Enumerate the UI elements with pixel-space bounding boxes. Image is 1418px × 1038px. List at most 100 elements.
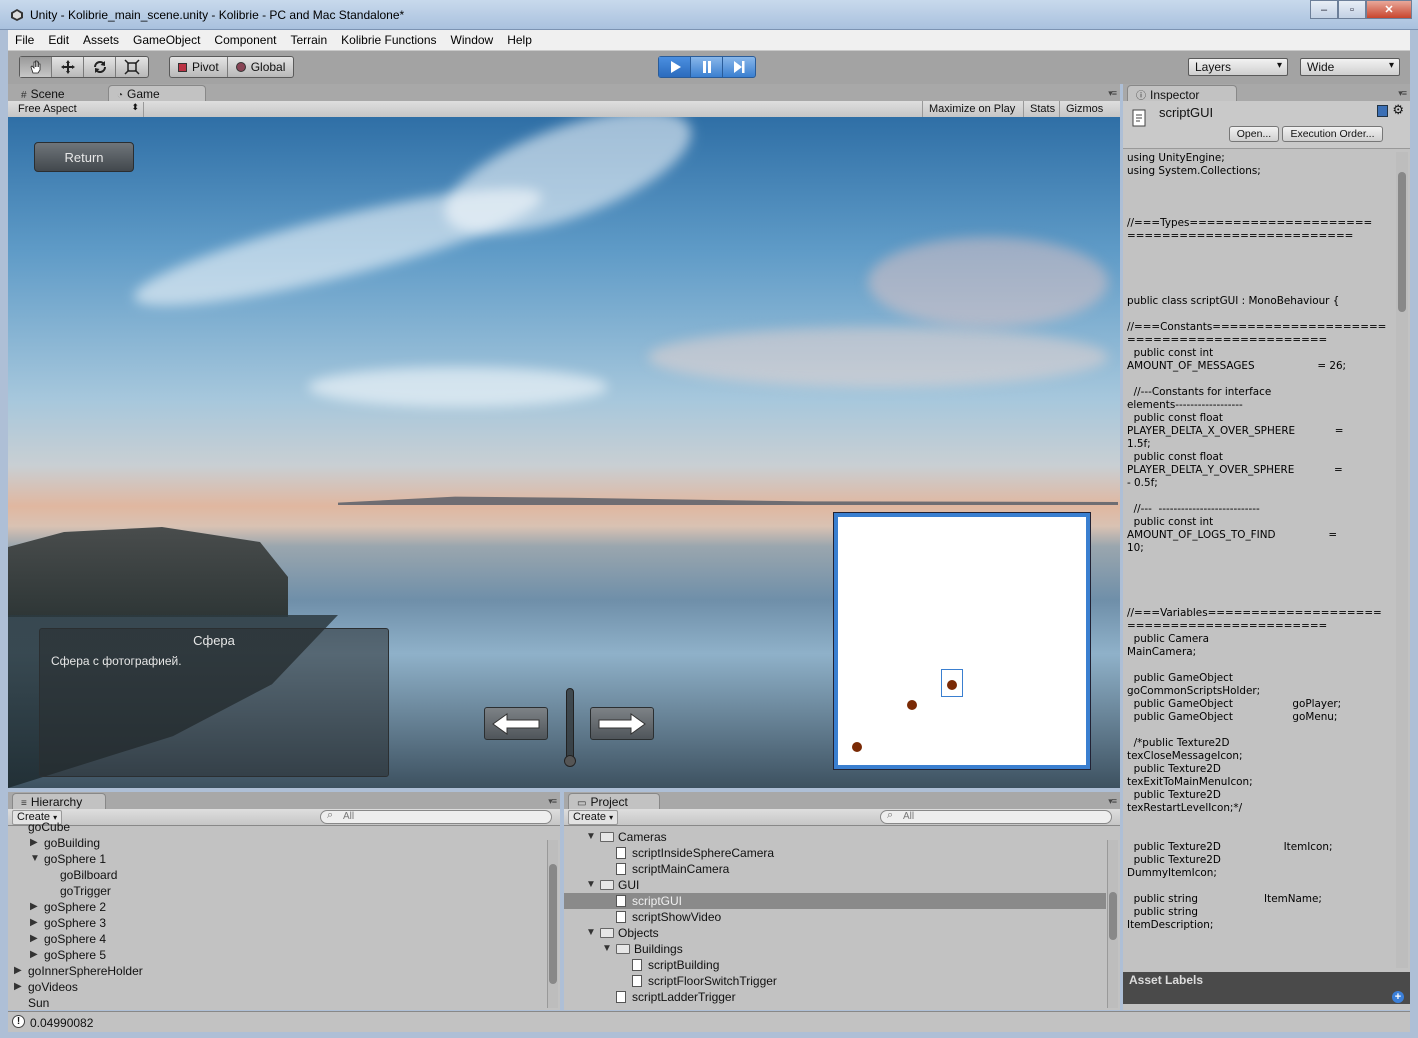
tab-project[interactable]: ▭ Project bbox=[568, 793, 660, 809]
panel-menu-icon[interactable]: ▾≡ bbox=[1108, 796, 1117, 807]
project-row[interactable]: ▼ GUI bbox=[564, 877, 1106, 893]
scrollbar-thumb[interactable] bbox=[1109, 892, 1117, 940]
collapsed-arrow-icon[interactable]: ▶ bbox=[30, 947, 38, 963]
collapsed-arrow-icon[interactable]: ▶ bbox=[30, 915, 38, 931]
panel-menu-icon[interactable]: ▾≡ bbox=[1108, 88, 1117, 99]
status-message: 0.04990082 bbox=[30, 1016, 94, 1030]
project-create-dropdown[interactable]: Create ▾ bbox=[568, 810, 619, 825]
collapsed-arrow-icon[interactable]: ▶ bbox=[14, 979, 22, 995]
menu-terrain[interactable]: Terrain bbox=[283, 30, 334, 47]
stats-toggle[interactable]: Stats bbox=[1023, 101, 1061, 117]
menu-help[interactable]: Help bbox=[500, 30, 539, 47]
tab-hierarchy[interactable]: ≡ Hierarchy bbox=[12, 793, 106, 809]
execution-order-button[interactable]: Execution Order... bbox=[1282, 126, 1383, 142]
project-row[interactable]: ▼ Objects bbox=[564, 925, 1106, 941]
panel-menu-icon[interactable]: ▾≡ bbox=[548, 796, 557, 807]
hierarchy-row[interactable]: goTrigger bbox=[8, 883, 546, 899]
tab-inspector[interactable]: ⓘ Inspector bbox=[1127, 85, 1237, 102]
hierarchy-row[interactable]: ▶ goSphere 5 bbox=[8, 947, 546, 963]
move-icon[interactable] bbox=[52, 57, 84, 77]
project-row[interactable]: ▼ Buildings bbox=[564, 941, 1106, 957]
rotate-icon[interactable] bbox=[84, 57, 116, 77]
hierarchy-row[interactable]: ▼ goSphere 1 bbox=[8, 851, 546, 867]
project-row[interactable]: scriptLadderTrigger bbox=[564, 989, 1106, 1005]
step-icon[interactable] bbox=[723, 57, 755, 77]
game-viewport[interactable]: Return Сфера Сфера с фотографией. bbox=[8, 117, 1120, 788]
hierarchy-row[interactable]: goCube bbox=[8, 819, 546, 835]
menu-assets[interactable]: Assets bbox=[76, 30, 126, 47]
layers-dropdown[interactable]: Layers bbox=[1188, 58, 1288, 76]
minimap-marker[interactable] bbox=[907, 700, 917, 710]
project-row[interactable]: scriptGUI bbox=[564, 893, 1106, 909]
status-bar[interactable]: ! 0.04990082 bbox=[8, 1011, 1410, 1032]
collapsed-arrow-icon[interactable]: ▶ bbox=[30, 835, 38, 851]
project-item-label: scriptInsideSphereCamera bbox=[632, 846, 775, 860]
play-icon[interactable] bbox=[659, 57, 691, 77]
help-book-icon[interactable] bbox=[1377, 105, 1388, 117]
hand-icon[interactable] bbox=[20, 57, 52, 77]
expanded-arrow-icon[interactable]: ▼ bbox=[586, 925, 596, 941]
close-button[interactable]: ✕ bbox=[1366, 0, 1412, 19]
menu-gameobject[interactable]: GameObject bbox=[126, 30, 207, 47]
minimap[interactable] bbox=[833, 512, 1091, 770]
expanded-arrow-icon[interactable]: ▼ bbox=[602, 941, 612, 957]
inspector-scrollbar[interactable] bbox=[1396, 152, 1408, 968]
hierarchy-row[interactable]: ▶ goSphere 2 bbox=[8, 899, 546, 915]
menu-edit[interactable]: Edit bbox=[41, 30, 76, 47]
tab-scene-label: Scene bbox=[30, 87, 65, 101]
collapsed-arrow-icon[interactable]: ▶ bbox=[14, 963, 22, 979]
menu-window[interactable]: Window bbox=[444, 30, 501, 47]
open-button[interactable]: Open... bbox=[1229, 126, 1279, 142]
hierarchy-row[interactable]: goBilboard bbox=[8, 867, 546, 883]
zoom-slider-thumb[interactable] bbox=[564, 755, 576, 767]
add-label-icon[interactable]: + bbox=[1392, 991, 1404, 1003]
hierarchy-row[interactable]: ▶ goInnerSphereHolder bbox=[8, 963, 546, 979]
scrollbar-thumb[interactable] bbox=[549, 864, 557, 984]
gear-icon[interactable]: ⚙ bbox=[1392, 102, 1404, 118]
maximize-on-play-toggle[interactable]: Maximize on Play bbox=[922, 101, 1021, 117]
next-button[interactable] bbox=[590, 707, 654, 740]
layout-dropdown[interactable]: Wide bbox=[1300, 58, 1400, 76]
hierarchy-row[interactable]: ▶ goVideos bbox=[8, 979, 546, 995]
menu-kolibrie-functions[interactable]: Kolibrie Functions bbox=[334, 30, 443, 47]
hierarchy-scrollbar[interactable] bbox=[547, 840, 558, 1008]
globe-icon bbox=[235, 62, 246, 72]
pause-icon[interactable] bbox=[691, 57, 723, 77]
minimap-marker[interactable] bbox=[852, 742, 862, 752]
return-button[interactable]: Return bbox=[34, 142, 134, 172]
project-row[interactable]: scriptInsideSphereCamera bbox=[564, 845, 1106, 861]
left-arrow-icon bbox=[492, 712, 540, 735]
menu-component[interactable]: Component bbox=[207, 30, 283, 47]
gizmos-dropdown[interactable]: Gizmos ▾ bbox=[1059, 101, 1115, 126]
project-row[interactable]: ▼ Cameras bbox=[564, 829, 1106, 845]
expanded-arrow-icon[interactable]: ▼ bbox=[586, 877, 596, 893]
tab-game[interactable]: ◔ Game bbox=[108, 85, 206, 101]
project-row[interactable]: scriptMainCamera bbox=[564, 861, 1106, 877]
project-row[interactable]: scriptBuilding bbox=[564, 957, 1106, 973]
collapsed-arrow-icon[interactable]: ▶ bbox=[30, 931, 38, 947]
expanded-arrow-icon[interactable]: ▼ bbox=[586, 829, 596, 845]
project-row[interactable]: scriptFloorSwitchTrigger bbox=[564, 973, 1106, 989]
collapsed-arrow-icon[interactable]: ▶ bbox=[30, 899, 38, 915]
hierarchy-row[interactable]: ▶ goSphere 3 bbox=[8, 915, 546, 931]
project-search-input[interactable]: All bbox=[880, 809, 1112, 824]
scrollbar-thumb[interactable] bbox=[1398, 172, 1406, 312]
tab-scene[interactable]: # Scene bbox=[12, 85, 104, 101]
aspect-dropdown[interactable]: Free Aspect ⬍ bbox=[12, 102, 144, 117]
panel-menu-icon[interactable]: ▾≡ bbox=[1398, 88, 1407, 99]
pivot-button[interactable]: Pivot bbox=[170, 57, 228, 77]
project-scrollbar[interactable] bbox=[1107, 840, 1118, 1008]
global-button[interactable]: Global bbox=[228, 57, 294, 77]
minimap-marker[interactable] bbox=[947, 680, 957, 690]
previous-button[interactable] bbox=[484, 707, 548, 740]
project-tabbar: ▭ Project ▾≡ bbox=[564, 792, 1120, 809]
minimize-button[interactable]: – bbox=[1310, 0, 1338, 19]
hierarchy-row[interactable]: Sun bbox=[8, 995, 546, 1010]
menu-file[interactable]: File bbox=[8, 30, 41, 47]
maximize-button[interactable]: ▫ bbox=[1338, 0, 1366, 19]
scale-icon[interactable] bbox=[116, 57, 148, 77]
hierarchy-row[interactable]: ▶ goSphere 4 bbox=[8, 931, 546, 947]
expanded-arrow-icon[interactable]: ▼ bbox=[30, 851, 40, 867]
project-row[interactable]: scriptShowVideo bbox=[564, 909, 1106, 925]
hierarchy-row[interactable]: ▶ goBuilding bbox=[8, 835, 546, 851]
